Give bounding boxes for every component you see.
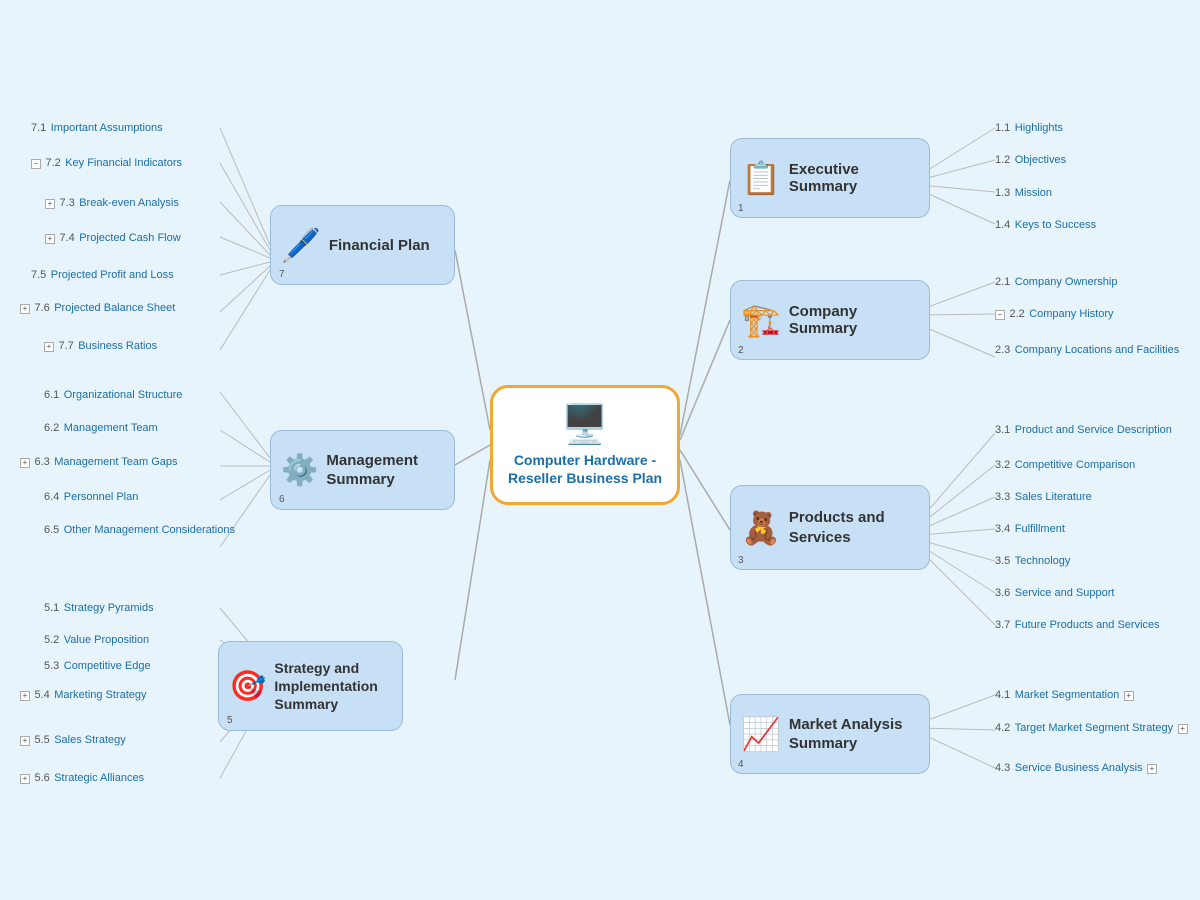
expand-2-2[interactable]: − — [995, 310, 1005, 320]
sub-6-5: 6.5 Other Management Considerations — [44, 520, 235, 538]
node-market-analysis[interactable]: 📈 Market Analysis Summary 4 — [730, 694, 930, 774]
exec-num: 1 — [738, 203, 744, 214]
sub-3-1: 3.1 Product and Service Description — [995, 420, 1172, 438]
products-label: Products and Services — [789, 508, 919, 547]
sub-7-4: + 7.4 Projected Cash Flow — [31, 228, 181, 246]
sub-1-4: 1.4 Keys to Success — [995, 215, 1096, 233]
node-management-summary[interactable]: ⚙️ Management Summary 6 — [270, 430, 455, 510]
market-label: Market Analysis Summary — [789, 715, 919, 754]
sub-1-2: 1.2 Objectives — [995, 150, 1066, 168]
sub-4-3: 4.3 Service Business Analysis + — [995, 758, 1157, 776]
node-company-summary[interactable]: 🏗️ Company Summary 2 — [730, 280, 930, 360]
sub-7-7: + 7.7 Business Ratios — [44, 336, 157, 354]
sub-3-3: 3.3 Sales Literature — [995, 487, 1092, 505]
sub-3-5: 3.5 Technology — [995, 551, 1070, 569]
financial-label: Financial Plan — [329, 237, 430, 254]
exec-icon: 📋 — [741, 159, 781, 197]
expand-5-4[interactable]: + — [20, 691, 30, 701]
strategy-num: 5 — [227, 715, 233, 726]
market-num: 4 — [738, 759, 744, 770]
node-executive-summary[interactable]: 📋 Executive Summary 1 — [730, 138, 930, 218]
sub-5-4: + 5.4 Marketing Strategy — [20, 685, 147, 703]
expand-7-6[interactable]: + — [20, 304, 30, 314]
strategy-label: Strategy and Implementation Summary — [274, 659, 392, 714]
company-icon: 🏗️ — [741, 301, 781, 339]
sub-3-7: 3.7 Future Products and Services — [995, 615, 1160, 633]
expand-7-3[interactable]: + — [45, 199, 55, 209]
sub-1-3: 1.3 Mission — [995, 183, 1052, 201]
sub-3-2: 3.2 Competitive Comparison — [995, 455, 1135, 473]
sub-2-2: − 2.2 Company History — [995, 304, 1114, 322]
expand-4-2[interactable]: + — [1178, 724, 1188, 734]
expand-5-5[interactable]: + — [20, 736, 30, 746]
sub-7-5: 7.5 Projected Profit and Loss — [31, 265, 174, 283]
company-label: Company Summary — [789, 303, 919, 337]
node-financial-plan[interactable]: 🖊️ Financial Plan 7 — [270, 205, 455, 285]
sub-7-1: 7.1 Important Assumptions — [31, 118, 163, 136]
sub-2-1: 2.1 Company Ownership — [995, 272, 1117, 290]
sub-6-1: 6.1 Organizational Structure — [44, 385, 182, 403]
expand-4-3[interactable]: + — [1147, 764, 1157, 774]
sub-7-2: − 7.2 Key Financial Indicators — [31, 153, 182, 171]
expand-7-4[interactable]: + — [45, 234, 55, 244]
expand-7-2[interactable]: − — [31, 159, 41, 169]
exec-label: Executive Summary — [789, 161, 919, 195]
management-label: Management Summary — [326, 451, 444, 490]
financial-num: 7 — [279, 269, 285, 280]
sub-1-1: 1.1 Highlights — [995, 118, 1063, 136]
sub-7-3: + 7.3 Break-even Analysis — [31, 193, 179, 211]
market-icon: 📈 — [741, 715, 781, 753]
products-num: 3 — [738, 555, 744, 566]
sub-5-1: 5.1 Strategy Pyramids — [44, 598, 154, 616]
expand-5-6[interactable]: + — [20, 774, 30, 784]
financial-icon: 🖊️ — [281, 226, 321, 264]
node-products-services[interactable]: 🧸 Products and Services 3 — [730, 485, 930, 570]
sub-2-3: 2.3 Company Locations and Facilities — [995, 340, 1179, 358]
management-icon: ⚙️ — [281, 453, 318, 488]
products-icon: 🧸 — [741, 509, 781, 547]
central-label: Computer Hardware - Reseller Business Pl… — [508, 451, 662, 487]
sub-5-6: + 5.6 Strategic Alliances — [20, 768, 144, 786]
node-strategy[interactable]: 🎯 Strategy and Implementation Summary 5 — [218, 641, 403, 731]
sub-4-2: 4.2 Target Market Segment Strategy + — [995, 718, 1188, 736]
sub-3-6: 3.6 Service and Support — [995, 583, 1114, 601]
sub-5-3: 5.3 Competitive Edge — [44, 656, 151, 674]
sub-5-5: + 5.5 Sales Strategy — [20, 730, 126, 748]
sub-4-1: 4.1 Market Segmentation + — [995, 685, 1134, 703]
company-num: 2 — [738, 345, 744, 356]
sub-6-4: 6.4 Personnel Plan — [44, 487, 138, 505]
sub-3-4: 3.4 Fulfillment — [995, 519, 1065, 537]
sub-5-2: 5.2 Value Proposition — [44, 630, 149, 648]
expand-6-3[interactable]: + — [20, 458, 30, 468]
strategy-icon: 🎯 — [229, 669, 266, 704]
central-node[interactable]: 🖥️ Computer Hardware - Reseller Business… — [490, 385, 680, 505]
management-num: 6 — [279, 494, 285, 505]
sub-6-3: + 6.3 Management Team Gaps — [20, 452, 178, 470]
expand-4-1[interactable]: + — [1124, 691, 1134, 701]
expand-7-7[interactable]: + — [44, 342, 54, 352]
sub-6-2: 6.2 Management Team — [44, 418, 158, 436]
sub-7-6: + 7.6 Projected Balance Sheet — [20, 298, 175, 316]
central-icon: 🖥️ — [561, 403, 608, 447]
